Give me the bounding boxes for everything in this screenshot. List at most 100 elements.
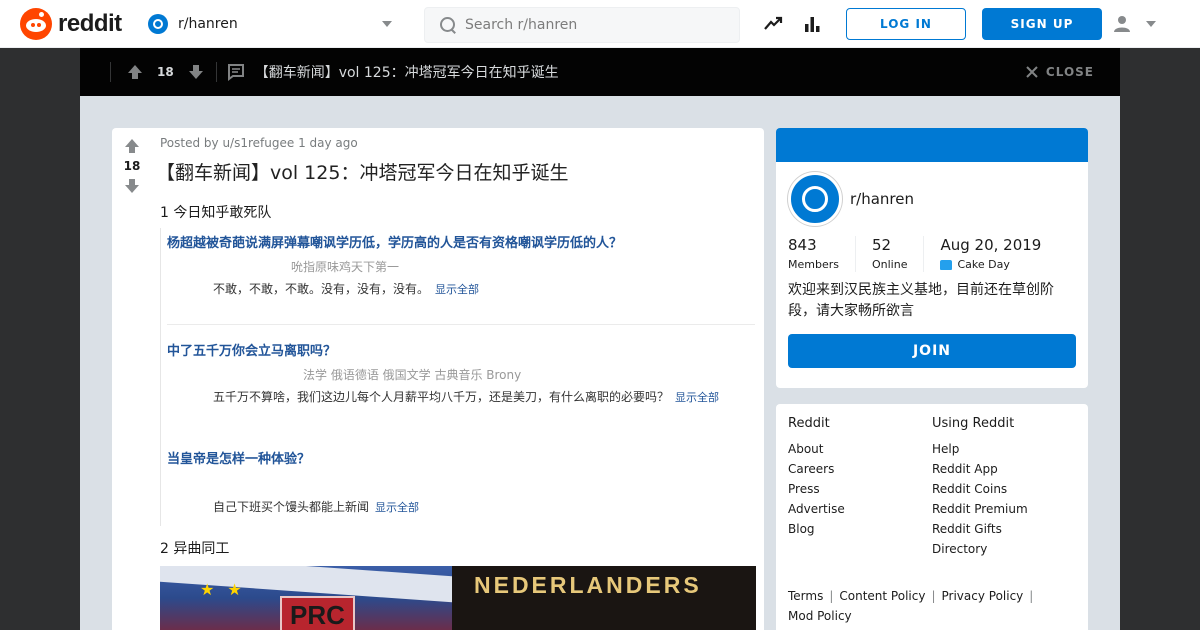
online-stat: 52 Online [871, 236, 925, 272]
footer-link[interactable]: Blog [788, 519, 845, 539]
search-input[interactable] [465, 17, 725, 33]
footer-link[interactable]: Reddit Gifts [932, 519, 1028, 539]
comment-icon [227, 64, 244, 81]
post-title: 【翻车新闻】vol 125：冲塔冠军今日在知乎诞生 [156, 162, 569, 184]
footer-link[interactable]: Reddit Premium [932, 499, 1028, 519]
online-label: Online [871, 258, 908, 271]
close-button[interactable]: CLOSE [1026, 65, 1094, 79]
footer-link[interactable]: Privacy Policy [942, 589, 1024, 603]
zhihu-answer: 自己下班买个馒头都能上新闻 显示全部 [213, 498, 419, 515]
policy-links: Terms | Content Policy | Privacy Policy | Mod … [788, 589, 1034, 623]
members-count: 843 [788, 236, 817, 254]
zhihu-answer: 不敢，不敢，不敢。没有，没有，没有。 显示全部 [213, 280, 479, 297]
post-overlay: 18 【翻车新闻】vol 125：冲塔冠军今日在知乎诞生 CLOSE 18 Po… [80, 48, 1120, 630]
divider [110, 62, 111, 82]
post-top-bar: 18 【翻车新闻】vol 125：冲塔冠军今日在知乎诞生 CLOSE [80, 48, 1120, 96]
zhihu-answer-text: 五千万不算啥，我们这边儿每个人月薪平均八千万，还是美刀，有什么离职的必要吗？ [213, 390, 670, 404]
post-meta: Posted by u/s1refugee 1 day ago [160, 136, 358, 150]
vote-count: 18 [157, 65, 174, 79]
cake-day-label: Cake Day [957, 258, 1010, 271]
footer-links-card: Reddit About Careers Press Advertise Blo… [776, 404, 1088, 630]
upvote-icon[interactable] [124, 138, 140, 154]
image-left: ★ ★ PRC [160, 566, 452, 630]
footer-link[interactable]: Press [788, 479, 845, 499]
snoo-icon [20, 8, 52, 40]
divider [167, 324, 755, 325]
links-column-using-reddit: Using Reddit Help Reddit App Reddit Coin… [932, 416, 1028, 559]
links-column-reddit: Reddit About Careers Press Advertise Blo… [788, 416, 845, 539]
close-label: CLOSE [1045, 65, 1094, 79]
stats-icon[interactable] [802, 14, 822, 34]
cake-icon [940, 259, 953, 270]
cake-day-row: Cake Day [940, 258, 1041, 271]
zhihu-question: 当皇帝是怎样一种体验？ [167, 452, 311, 467]
footer-link[interactable]: Careers [788, 459, 845, 479]
members-stat: 843 Members [788, 236, 856, 272]
signup-button[interactable]: SIGN UP [982, 8, 1102, 40]
section-heading: 1 今日知乎敢死队 [160, 205, 272, 221]
logo-text: reddit [58, 10, 122, 37]
subreddit-name: r/hanren [178, 16, 238, 32]
zhihu-question: 中了五千万你会立马离职吗？ [167, 344, 337, 359]
top-header: reddit r/hanren LOG IN SIGN UP [0, 0, 1200, 48]
zhihu-screenshot: 杨超越被奇葩说满屏弹幕嘲讽学历低，学历高的人是否有资格嘲讽学历低的人？ 吮指原味… [160, 228, 756, 526]
image-text: PRC [280, 596, 355, 630]
post-image[interactable]: ★ ★ PRC NEDERLANDERS [160, 566, 756, 630]
links-heading: Reddit [788, 416, 830, 431]
show-more-link[interactable]: 显示全部 [375, 501, 419, 514]
footer-link[interactable]: Content Policy [839, 589, 925, 603]
cake-day-date: Aug 20, 2019 [940, 236, 1042, 254]
online-count: 52 [871, 236, 892, 254]
members-label: Members [788, 258, 839, 271]
footer-link[interactable]: Help [932, 439, 1028, 459]
upvote-icon[interactable] [127, 64, 143, 80]
zhihu-author: 法学 俄语德语 俄国文学 古典音乐 Brony [303, 368, 522, 382]
post-card: 18 Posted by u/s1refugee 1 day ago 【翻车新闻… [112, 128, 764, 630]
vote-count: 18 [123, 159, 141, 173]
image-right: NEDERLANDERS [452, 566, 756, 630]
subreddit-selector[interactable]: r/hanren [148, 10, 398, 38]
footer-link[interactable]: Mod Policy [788, 609, 852, 623]
chevron-down-icon [1146, 21, 1156, 27]
community-stats: 843 Members 52 Online Aug 20, 2019 Cake … [788, 236, 1073, 272]
downvote-icon[interactable] [188, 64, 204, 80]
post-bar-title: 【翻车新闻】vol 125：冲塔冠军今日在知乎诞生 [254, 65, 559, 81]
community-banner [776, 128, 1088, 162]
links-heading: Using Reddit [932, 416, 1015, 431]
zhihu-question: 杨超越被奇葩说满屏弹幕嘲讽学历低，学历高的人是否有资格嘲讽学历低的人？ [167, 236, 623, 251]
reddit-logo[interactable]: reddit [20, 8, 122, 40]
cake-day-stat: Aug 20, 2019 Cake Day [940, 236, 1057, 272]
join-button[interactable]: JOIN [788, 334, 1076, 368]
user-icon [1114, 16, 1130, 32]
community-description: 欢迎来到汉民族主义基地，目前还在草创阶段，请大家畅所欲言 [788, 282, 1054, 319]
footer-link[interactable]: About [788, 439, 845, 459]
divider [215, 62, 217, 82]
chevron-down-icon [382, 21, 392, 27]
search-bar[interactable] [424, 7, 740, 43]
zhihu-answer-text: 不敢，不敢，不敢。没有，没有，没有。 [213, 282, 430, 296]
show-more-link[interactable]: 显示全部 [675, 391, 719, 404]
post-vote-column: 18 [112, 138, 152, 194]
post-body: 1 今日知乎敢死队 杨超越被奇葩说满屏弹幕嘲讽学历低，学历高的人是否有资格嘲讽学… [160, 202, 756, 630]
zhihu-answer-text: 自己下班买个馒头都能上新闻 [213, 500, 370, 514]
subreddit-icon [148, 14, 168, 34]
close-icon [1026, 66, 1038, 78]
footer-link[interactable]: Directory [932, 539, 1028, 559]
downvote-icon[interactable] [124, 178, 140, 194]
popular-icon[interactable] [763, 14, 783, 34]
zhihu-answer: 五千万不算啥，我们这边儿每个人月薪平均八千万，还是美刀，有什么离职的必要吗？ 显示… [213, 388, 719, 405]
community-name[interactable]: r/hanren [850, 190, 914, 208]
footer-link[interactable]: Advertise [788, 499, 845, 519]
footer-link[interactable]: Reddit Coins [932, 479, 1028, 499]
community-avatar [788, 172, 842, 226]
search-icon [439, 16, 457, 34]
community-card: r/hanren 843 Members 52 Online Aug 20, 2… [776, 128, 1088, 388]
user-menu[interactable] [1112, 12, 1162, 36]
login-button[interactable]: LOG IN [846, 8, 966, 40]
footer-link[interactable]: Reddit App [932, 459, 1028, 479]
section-heading: 2 异曲同工 [160, 541, 230, 557]
footer-link[interactable]: Terms [788, 589, 823, 603]
show-more-link[interactable]: 显示全部 [435, 283, 479, 296]
image-text: NEDERLANDERS [474, 572, 702, 598]
zhihu-author: 吮指原味鸡天下第一 [291, 260, 400, 274]
